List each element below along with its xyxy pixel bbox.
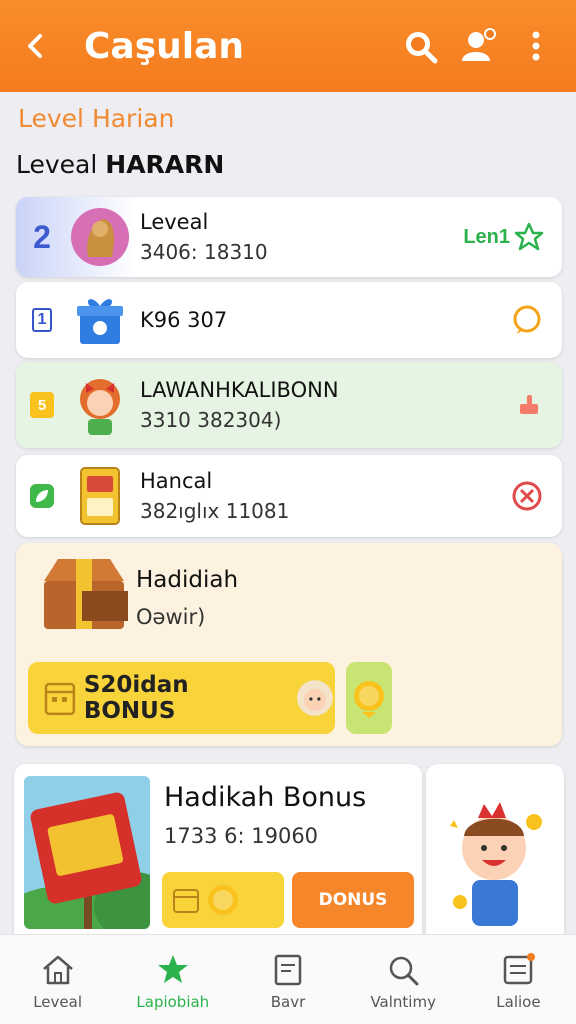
claim-bonus-button[interactable]: S20idan BONUS <box>28 662 335 734</box>
mascot-boy-icon <box>450 802 542 926</box>
leaf-icon <box>30 484 54 508</box>
nav-label: Leveal <box>33 993 82 1011</box>
nav-item-home[interactable]: Leveal <box>0 935 115 1024</box>
chat-bubble-icon <box>513 305 541 334</box>
bottom-nav: Leveal Lapiobiah Bavr Valntimy Lalioe <box>0 934 576 1024</box>
search-button[interactable] <box>396 22 444 70</box>
search-icon <box>406 32 438 64</box>
coin-icon <box>208 885 238 915</box>
row-status-label: Len1 <box>463 225 510 248</box>
bonus-subtitle: Oəwir) <box>136 605 206 629</box>
nav-label: Lapiobiah <box>136 993 210 1011</box>
granny-avatar-icon <box>297 680 334 716</box>
thumbs-up-icon <box>520 395 538 414</box>
search-icon <box>389 956 419 986</box>
subheading: Level Harian <box>18 104 175 133</box>
level-avatar <box>68 288 132 352</box>
promo-coins-button[interactable] <box>162 872 284 928</box>
document-icon <box>274 954 302 986</box>
claim-bonus-label: S20idan BONUS <box>83 672 189 724</box>
level-avatar <box>68 205 132 269</box>
level-avatar <box>68 464 132 528</box>
bonus-title: Hadidiah <box>136 567 239 593</box>
treasure-chest-icon <box>38 551 130 642</box>
row-subtitle: 3310 382304) <box>140 408 282 432</box>
back-arrow-icon <box>28 34 42 58</box>
star-outline-icon <box>514 222 544 251</box>
row-subtitle: 3406: 18310 <box>140 240 268 264</box>
mascot-card <box>426 764 564 944</box>
level-number-badge: 2 <box>16 219 68 256</box>
page-title: Caşulan <box>84 25 245 67</box>
level-number-badge: 5 <box>16 392 68 418</box>
promo-card[interactable]: Hadikah Bonus 1733 6: 19060 DONUS <box>14 764 422 944</box>
row-subtitle: 382ıglıx 11081 <box>140 499 290 523</box>
promo-bonus-button[interactable]: DONUS <box>292 872 414 928</box>
profile-button[interactable] <box>454 22 502 70</box>
level-number-badge: 1 <box>16 308 68 332</box>
more-menu-button[interactable] <box>512 22 560 70</box>
level-avatar <box>68 373 132 437</box>
section-title: Leveal HARARN <box>16 150 224 179</box>
row-title: K96 307 <box>140 308 228 332</box>
section-title-bold: HARARN <box>105 150 225 179</box>
more-vertical-icon <box>532 31 540 61</box>
signboard-illustration-icon <box>24 776 150 929</box>
back-button[interactable] <box>16 26 56 66</box>
nav-item-search[interactable]: Valntimy <box>346 935 461 1024</box>
nav-label: Valntimy <box>370 993 436 1011</box>
level-row[interactable]: 2 Leveal 3406: 18310 Len1 <box>16 197 562 277</box>
promo-subtitle: 1733 6: 19060 <box>164 824 319 848</box>
level-number: 5 <box>30 392 54 418</box>
row-title: LAWANHKALIBONN <box>140 378 339 402</box>
user-icon <box>462 28 496 61</box>
level-row[interactable]: 1 K96 307 <box>16 282 562 358</box>
slot-machine-icon <box>80 467 120 525</box>
nav-item-document[interactable]: Bavr <box>230 935 345 1024</box>
list-icon <box>504 953 536 985</box>
home-icon <box>42 955 73 985</box>
coin-icon <box>354 681 384 718</box>
row-title: Leveal <box>140 210 209 234</box>
girl-character-icon <box>80 379 120 435</box>
level-row[interactable]: 5 LAWANHKALIBONN 3310 382304) <box>16 362 562 448</box>
close-circle-icon[interactable] <box>510 479 544 513</box>
level-number: 2 <box>33 218 51 255</box>
nav-label: Bavr <box>270 993 306 1011</box>
coin-button[interactable] <box>346 662 392 734</box>
row-title: Hancal <box>140 469 213 493</box>
nav-label: Lalioe <box>496 993 541 1011</box>
promo-image <box>24 776 150 929</box>
calendar-icon <box>44 682 76 716</box>
level-row[interactable]: Hancal 382ıglıx 11081 <box>16 455 562 537</box>
nav-item-rewards[interactable]: Lapiobiah <box>115 935 230 1024</box>
bonus-card: Hadidiah Oəwir) S20idan BONUS <box>16 543 562 746</box>
level-number: 1 <box>32 308 52 332</box>
nav-item-list[interactable]: Lalioe <box>461 935 576 1024</box>
character-icon <box>71 208 129 266</box>
promo-title: Hadikah Bonus <box>164 782 367 813</box>
section-title-prefix: Leveal <box>16 150 106 179</box>
gift-box-icon <box>77 299 123 344</box>
app-bar: Caşulan <box>0 0 576 92</box>
star-icon <box>157 955 188 983</box>
calendar-icon <box>173 889 199 913</box>
level-number-badge <box>16 482 68 510</box>
